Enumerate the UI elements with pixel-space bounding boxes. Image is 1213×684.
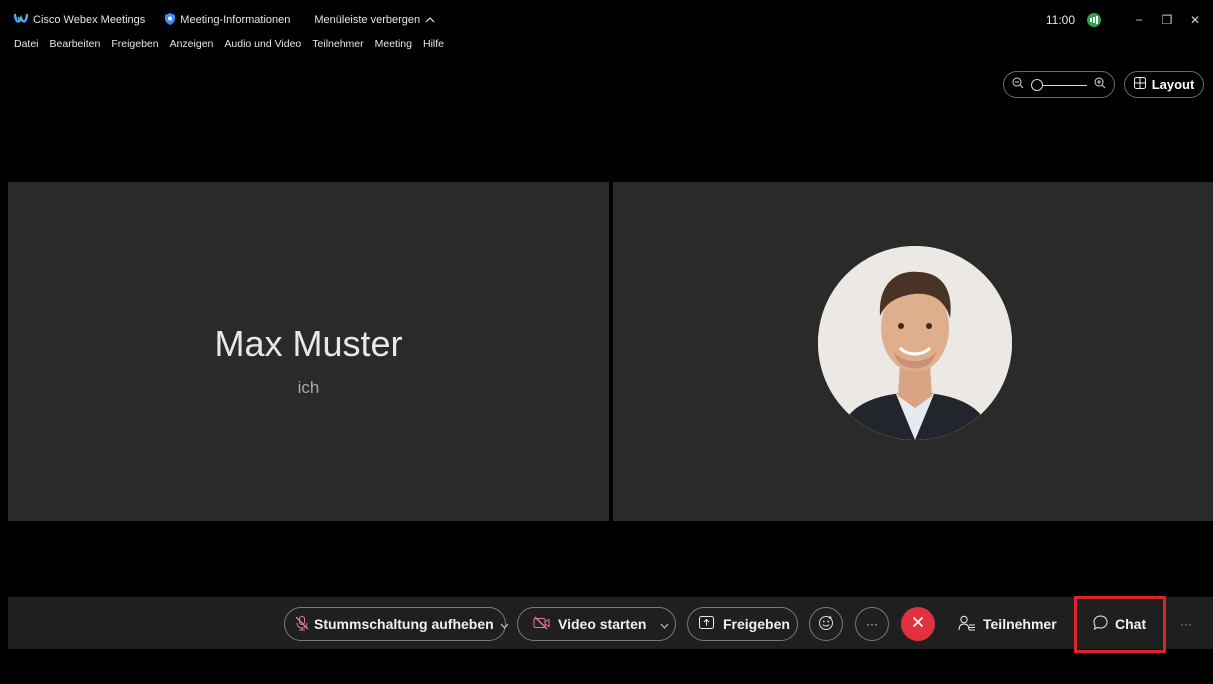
layout-button[interactable]: Layout — [1124, 71, 1204, 98]
menu-datei[interactable]: Datei — [14, 38, 39, 50]
zoom-out-icon[interactable] — [1012, 76, 1024, 94]
overflow-menu-button[interactable]: ··· — [1180, 607, 1192, 641]
camera-off-icon — [533, 616, 550, 633]
zoom-slider-handle[interactable] — [1031, 78, 1043, 91]
participants-icon — [958, 615, 976, 634]
start-video-button[interactable]: Video starten — [517, 607, 676, 641]
start-video-label: Video starten — [558, 616, 647, 632]
shield-icon — [165, 12, 176, 28]
menu-hilfe[interactable]: Hilfe — [423, 38, 444, 50]
menu-anzeigen[interactable]: Anzeigen — [170, 38, 214, 50]
menu-meeting[interactable]: Meeting — [375, 38, 412, 50]
control-bar: Stummschaltung aufheben Video starten Fr… — [8, 597, 1213, 649]
participant-avatar — [818, 246, 1012, 440]
title-bar: Cisco Webex Meetings Meeting-Information… — [8, 8, 1213, 32]
share-button[interactable]: Freigeben — [687, 607, 798, 641]
chevron-down-icon — [500, 616, 509, 632]
title-bar-right: 11:00 − ❐ ✕ — [1046, 8, 1213, 32]
minimize-button[interactable]: − — [1131, 12, 1147, 28]
menu-bearbeiten[interactable]: Bearbeiten — [50, 38, 101, 50]
reactions-button[interactable] — [809, 607, 843, 641]
restore-button[interactable]: ❐ — [1159, 12, 1175, 28]
microphone-muted-icon — [294, 615, 310, 634]
menu-teilnehmer[interactable]: Teilnehmer — [312, 38, 363, 50]
meeting-info-button[interactable]: Meeting-Informationen — [165, 12, 291, 28]
participants-label: Teilnehmer — [983, 616, 1057, 632]
chat-highlight-box — [1074, 596, 1166, 653]
network-health-icon[interactable] — [1087, 13, 1101, 27]
self-video-tile[interactable]: Max Muster ich — [8, 182, 609, 521]
self-label: ich — [297, 378, 320, 397]
menu-freigeben[interactable]: Freigeben — [111, 38, 158, 50]
meeting-info-label: Meeting-Informationen — [180, 14, 291, 26]
participants-button[interactable]: Teilnehmer — [958, 607, 1057, 641]
emoji-icon — [818, 615, 834, 634]
share-label: Freigeben — [723, 616, 790, 632]
hide-menu-bar-button[interactable]: Menüleiste verbergen — [314, 14, 435, 26]
zoom-slider[interactable] — [1031, 78, 1087, 92]
menu-bar: Datei Bearbeiten Freigeben Anzeigen Audi… — [14, 38, 444, 50]
chevron-up-icon — [425, 14, 435, 26]
webex-logo-icon — [13, 13, 29, 28]
self-name: Max Muster — [214, 323, 403, 364]
share-icon — [699, 616, 714, 632]
more-icon: ··· — [866, 617, 878, 631]
clock: 11:00 — [1045, 13, 1075, 27]
unmute-label: Stummschaltung aufheben — [314, 616, 494, 632]
app-title: Cisco Webex Meetings — [13, 13, 146, 28]
hide-menu-label: Menüleiste verbergen — [314, 14, 421, 26]
app-title-text: Cisco Webex Meetings — [33, 14, 146, 26]
participant-video-tile[interactable] — [613, 182, 1213, 521]
end-meeting-button[interactable] — [901, 607, 935, 641]
close-button[interactable]: ✕ — [1187, 12, 1203, 28]
close-icon — [912, 615, 924, 633]
more-options-button[interactable]: ··· — [855, 607, 889, 641]
menu-audio-video[interactable]: Audio und Video — [224, 38, 301, 50]
zoom-control — [1003, 71, 1115, 98]
zoom-in-icon[interactable] — [1094, 76, 1106, 94]
more-icon: ··· — [1180, 617, 1192, 631]
unmute-button[interactable]: Stummschaltung aufheben — [284, 607, 509, 641]
grid-icon — [1133, 77, 1146, 92]
layout-label: Layout — [1151, 77, 1195, 92]
chevron-down-icon — [660, 616, 669, 632]
